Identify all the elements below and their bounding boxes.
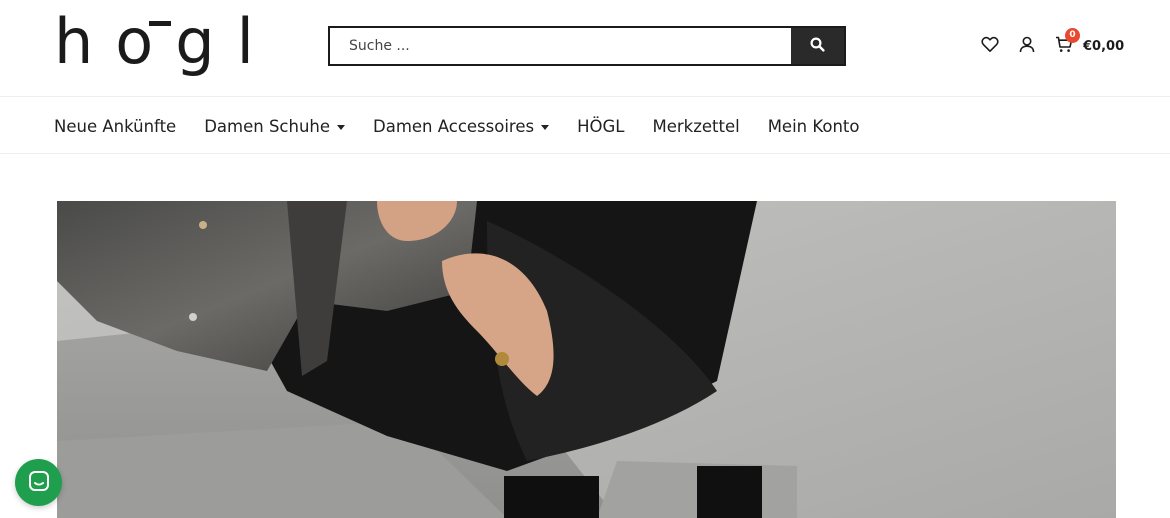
chat-icon [28,470,50,496]
nav-item-label: Mein Konto [767,116,860,136]
heart-icon [981,36,999,57]
search-input[interactable] [330,28,791,64]
chevron-down-icon [337,124,346,130]
nav-item-label: Damen Accessoires [373,116,535,136]
nav-item-label: HÖGL [577,116,625,136]
nav-item-label: Merkzettel [652,116,740,136]
chevron-down-icon [541,124,550,130]
main-navigation: Neue Ankünfte Damen Schuhe Damen Accesso… [0,96,1170,154]
account-button[interactable] [1017,36,1037,56]
user-icon [1019,36,1035,57]
nav-item-label: Neue Ankünfte [54,116,177,136]
brand-logo[interactable]: hogl [54,8,276,76]
site-header: hogl 0 €0,00 [0,0,1170,96]
chat-launcher-button[interactable] [15,459,62,506]
cart-button[interactable]: 0 [1054,28,1080,56]
header-actions: 0 €0,00 [980,28,1124,58]
cart-total[interactable]: €0,00 [1083,39,1124,54]
search-form [328,26,846,66]
nav-item-mein-konto[interactable]: Mein Konto [768,117,860,136]
search-button[interactable] [791,28,844,64]
nav-item-merkzettel[interactable]: Merkzettel [652,117,739,136]
nav-item-damen-accessoires[interactable]: Damen Accessoires [373,116,550,136]
nav-list: Neue Ankünfte Damen Schuhe Damen Accesso… [54,97,887,155]
nav-item-hoegl[interactable]: HÖGL [577,117,624,136]
search-icon [810,36,825,56]
hero-image[interactable] [57,201,1116,518]
logo-macron [149,21,171,26]
nav-item-label: Damen Schuhe [204,116,331,136]
hero-photo [57,201,1116,518]
cart-count-badge: 0 [1065,28,1080,43]
nav-item-damen-schuhe[interactable]: Damen Schuhe [204,116,346,136]
nav-item-neue-ankuenfte[interactable]: Neue Ankünfte [54,117,176,136]
wishlist-button[interactable] [980,36,1000,56]
